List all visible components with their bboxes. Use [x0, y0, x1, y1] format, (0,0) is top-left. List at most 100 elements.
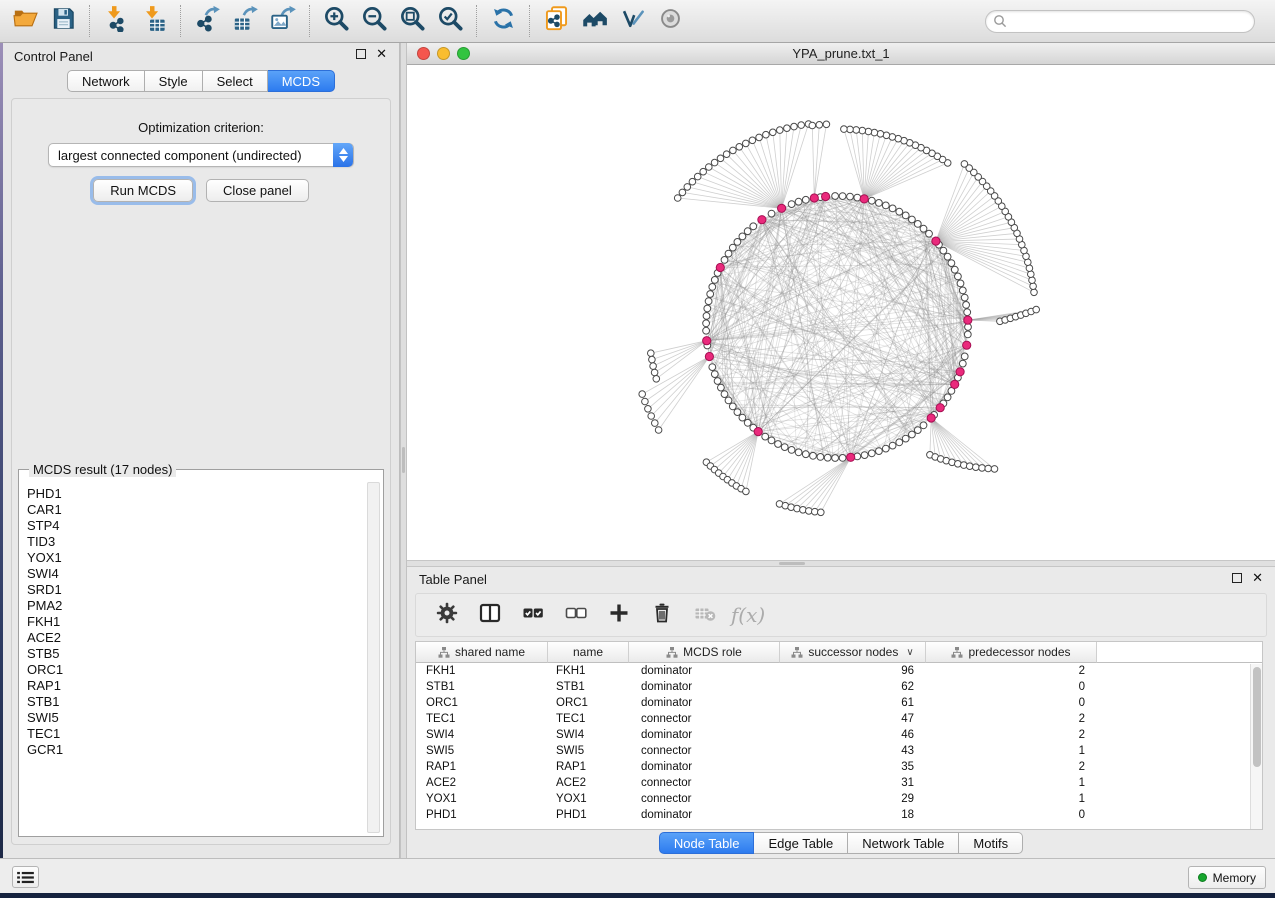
import-network-button[interactable]: [97, 3, 135, 39]
mcds-result-node[interactable]: SWI5: [27, 710, 366, 726]
mcds-result-node[interactable]: ACE2: [27, 630, 366, 646]
mcds-hub-node[interactable]: [758, 216, 766, 224]
mcds-hub-node[interactable]: [964, 316, 972, 324]
mcds-result-node[interactable]: FKH1: [27, 614, 366, 630]
column-header-shared-name[interactable]: shared name: [416, 642, 548, 663]
table-row[interactable]: PHD1PHD1dominator180: [416, 807, 1262, 823]
table-row[interactable]: ACE2ACE2connector311: [416, 775, 1262, 791]
mcds-hub-node[interactable]: [754, 428, 762, 436]
select-all-button[interactable]: [519, 601, 547, 629]
zoom-fit-button[interactable]: [393, 3, 431, 39]
table-scrollbar[interactable]: [1250, 664, 1262, 829]
mcds-result-scrollbar[interactable]: [367, 482, 380, 833]
column-header-successor-nodes[interactable]: successor nodes∨: [780, 642, 926, 663]
network-view-canvas[interactable]: [407, 65, 1275, 560]
task-history-button[interactable]: [12, 866, 39, 888]
mcds-result-node[interactable]: TID3: [27, 534, 366, 550]
export-network-button[interactable]: [188, 3, 226, 39]
tab-node-table[interactable]: Node Table: [659, 832, 755, 854]
table-row[interactable]: RAP1RAP1dominator352: [416, 759, 1262, 775]
mcds-result-node[interactable]: ORC1: [27, 662, 366, 678]
network-window-titlebar[interactable]: YPA_prune.txt_1: [407, 43, 1275, 65]
open-file-button[interactable]: [6, 3, 44, 39]
mcds-hub-node[interactable]: [703, 337, 711, 345]
mcds-result-node[interactable]: STP4: [27, 518, 366, 534]
tab-style[interactable]: Style: [145, 70, 203, 92]
tab-motifs[interactable]: Motifs: [959, 832, 1023, 854]
table-row[interactable]: TEC1TEC1connector472: [416, 711, 1262, 727]
tab-network[interactable]: Network: [67, 70, 145, 92]
table-row[interactable]: SWI4SWI4dominator462: [416, 727, 1262, 743]
zoom-in-button[interactable]: [317, 3, 355, 39]
new-network-from-selection-button[interactable]: [537, 3, 575, 39]
mcds-hub-node[interactable]: [932, 237, 940, 245]
zoom-out-button[interactable]: [355, 3, 393, 39]
export-table-button[interactable]: [226, 3, 264, 39]
mcds-result-node[interactable]: PMA2: [27, 598, 366, 614]
table-cell: 96: [780, 665, 926, 677]
mcds-result-node[interactable]: GCR1: [27, 742, 366, 758]
table-row[interactable]: YOX1YOX1connector291: [416, 791, 1262, 807]
mcds-result-node[interactable]: SRD1: [27, 582, 366, 598]
mcds-hub-node[interactable]: [927, 414, 935, 422]
mcds-result-node[interactable]: SWI4: [27, 566, 366, 582]
table-row[interactable]: FKH1FKH1dominator962: [416, 663, 1262, 679]
mcds-hub-node[interactable]: [860, 195, 868, 203]
mcds-result-list[interactable]: PHD1CAR1STP4TID3YOX1SWI4SRD1PMA2FKH1ACE2…: [21, 482, 366, 834]
tab-network-table[interactable]: Network Table: [848, 832, 959, 854]
mcds-hub-node[interactable]: [951, 380, 959, 388]
column-header-name[interactable]: name: [548, 642, 629, 663]
close-panel-button[interactable]: Close panel: [206, 179, 309, 202]
import-table-button[interactable]: [135, 3, 173, 39]
mcds-result-node[interactable]: YOX1: [27, 550, 366, 566]
float-table-panel-icon[interactable]: [1232, 573, 1242, 583]
mcds-result-node[interactable]: PHD1: [27, 486, 366, 502]
mcds-hub-node[interactable]: [956, 368, 964, 376]
table-row[interactable]: SWI5SWI5connector431: [416, 743, 1262, 759]
mcds-hub-node[interactable]: [810, 194, 818, 202]
window-minimize-traffic-light[interactable]: [437, 47, 450, 60]
table-row[interactable]: ORC1ORC1dominator610: [416, 695, 1262, 711]
window-close-traffic-light[interactable]: [417, 47, 430, 60]
mcds-hub-node[interactable]: [963, 341, 971, 349]
memory-button[interactable]: Memory: [1188, 866, 1266, 889]
delete-column-button[interactable]: [648, 601, 676, 629]
mcds-hub-node[interactable]: [822, 192, 830, 200]
column-header-MCDS-role[interactable]: MCDS role: [629, 642, 780, 663]
first-neighbors-button[interactable]: [575, 3, 613, 39]
deselect-all-button[interactable]: [562, 601, 590, 629]
tab-select[interactable]: Select: [203, 70, 268, 92]
export-image-button[interactable]: [264, 3, 302, 39]
optimization-criterion-select[interactable]: largest connected component (undirected): [48, 143, 354, 167]
tab-edge-table[interactable]: Edge Table: [754, 832, 848, 854]
run-mcds-button[interactable]: Run MCDS: [93, 179, 193, 202]
window-zoom-traffic-light[interactable]: [457, 47, 470, 60]
settings-gear-button[interactable]: [433, 601, 461, 629]
zoom-selected-button[interactable]: [431, 3, 469, 39]
add-column-button[interactable]: [605, 601, 633, 629]
mcds-hub-node[interactable]: [778, 204, 786, 212]
mcds-result-node[interactable]: CAR1: [27, 502, 366, 518]
graphics-details-button[interactable]: [613, 3, 651, 39]
vertical-splitter[interactable]: [400, 43, 407, 858]
mcds-result-node[interactable]: TEC1: [27, 726, 366, 742]
tab-mcds[interactable]: MCDS: [268, 70, 335, 92]
mcds-hub-node[interactable]: [936, 404, 944, 412]
float-panel-icon[interactable]: [356, 49, 366, 59]
show-columns-button[interactable]: [476, 601, 504, 629]
show-hide-details-button[interactable]: [651, 3, 689, 39]
search-input[interactable]: [985, 10, 1255, 33]
mcds-hub-node[interactable]: [705, 352, 713, 360]
horizontal-splitter[interactable]: [407, 560, 1275, 567]
close-table-panel-icon[interactable]: ✕: [1252, 573, 1263, 583]
table-row[interactable]: STB1STB1dominator620: [416, 679, 1262, 695]
close-panel-icon[interactable]: ✕: [376, 49, 387, 59]
apply-preferred-layout-button[interactable]: [484, 3, 522, 39]
column-header-predecessor-nodes[interactable]: predecessor nodes: [926, 642, 1097, 663]
mcds-result-node[interactable]: STB1: [27, 694, 366, 710]
save-session-button[interactable]: [44, 3, 82, 39]
mcds-result-node[interactable]: STB5: [27, 646, 366, 662]
mcds-hub-node[interactable]: [716, 263, 724, 271]
mcds-result-node[interactable]: RAP1: [27, 678, 366, 694]
mcds-hub-node[interactable]: [847, 453, 855, 461]
